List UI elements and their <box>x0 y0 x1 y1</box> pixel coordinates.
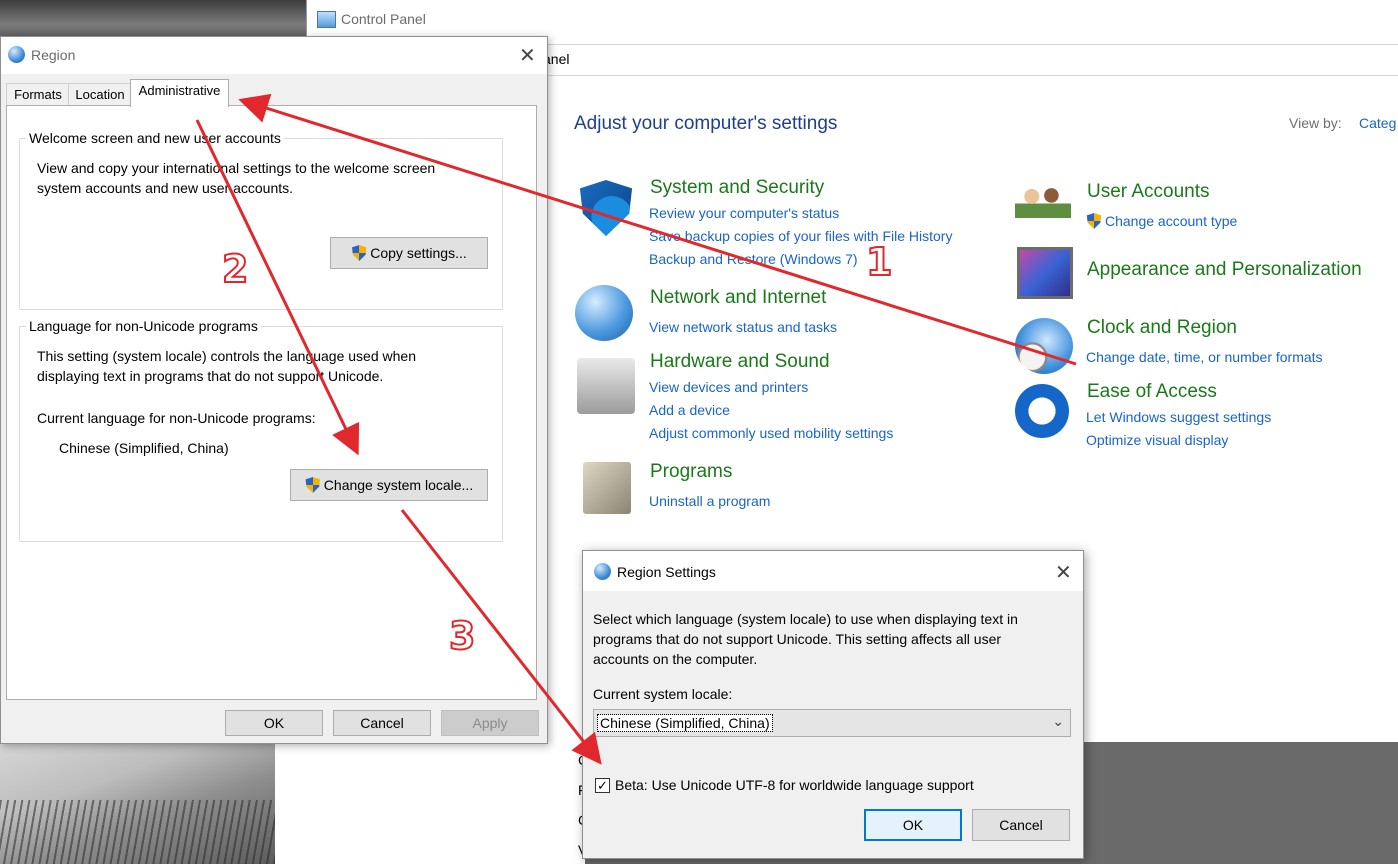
rs-description-line1: Select which language (system locale) to… <box>593 611 1018 627</box>
link-date-time-formats[interactable]: Change date, time, or number formats <box>1086 349 1323 365</box>
region-dialog-title: Region <box>31 47 76 63</box>
current-system-locale-label: Current system locale: <box>593 686 733 702</box>
link-change-account-type[interactable]: Change account type <box>1086 213 1237 229</box>
category-user-accounts[interactable]: User Accounts <box>1087 181 1210 203</box>
close-icon[interactable]: ✕ <box>1055 560 1072 585</box>
page-heading: Adjust your computer's settings <box>574 113 838 134</box>
category-hardware-sound[interactable]: Hardware and Sound <box>650 351 830 373</box>
link-file-history[interactable]: Save backup copies of your files with Fi… <box>649 228 952 244</box>
background-window-fragment: C F C V <box>275 742 588 864</box>
region-settings-title: Region Settings <box>617 564 716 580</box>
uac-shield-icon <box>1086 213 1102 229</box>
link-suggest-settings[interactable]: Let Windows suggest settings <box>1086 409 1271 425</box>
rs-cancel-button[interactable]: Cancel <box>972 809 1070 841</box>
tab-administrative[interactable]: Administrative <box>130 79 229 107</box>
chevron-down-icon: ⌄ <box>1052 713 1064 729</box>
link-review-status[interactable]: Review your computer's status <box>649 205 839 221</box>
programs-box-icon[interactable] <box>583 462 631 514</box>
annotation-number-2: 2 <box>221 246 249 292</box>
shield-icon[interactable] <box>579 180 633 236</box>
category-network-internet[interactable]: Network and Internet <box>650 287 826 309</box>
rs-description-line3: accounts on the computer. <box>593 651 758 667</box>
system-locale-select[interactable]: Chinese (Simplified, China) ⌄ <box>593 709 1071 737</box>
region-globe-icon <box>8 46 25 63</box>
users-icon[interactable] <box>1015 182 1071 230</box>
category-ease-of-access[interactable]: Ease of Access <box>1087 381 1217 403</box>
annotation-number-3: 3 <box>448 613 476 659</box>
region-settings-dialog: Region Settings ✕ Select which language … <box>582 550 1084 859</box>
uac-shield-icon <box>305 477 320 493</box>
uac-shield-icon <box>352 245 367 261</box>
welcome-group-label: Welcome screen and new user accounts <box>26 130 284 146</box>
link-add-device[interactable]: Add a device <box>649 402 730 418</box>
ease-of-access-icon[interactable] <box>1015 384 1069 438</box>
region-ok-button[interactable]: OK <box>225 710 323 736</box>
link-backup-restore[interactable]: Backup and Restore (Windows 7) <box>649 251 858 267</box>
network-globe-icon[interactable] <box>575 285 633 341</box>
beta-utf8-checkbox[interactable]: ✓ <box>595 778 610 793</box>
printer-icon[interactable] <box>577 358 635 414</box>
region-settings-titlebar: Region Settings ✕ <box>583 551 1083 591</box>
region-titlebar: Region ✕ <box>1 37 547 74</box>
control-panel-icon <box>317 11 336 28</box>
rs-ok-button[interactable]: OK <box>864 809 962 841</box>
tab-formats[interactable]: Formats <box>6 83 70 106</box>
close-icon[interactable]: ✕ <box>519 43 536 68</box>
beta-utf8-label[interactable]: Beta: Use Unicode UTF-8 for worldwide la… <box>615 775 974 795</box>
link-mobility-settings[interactable]: Adjust commonly used mobility settings <box>649 425 893 441</box>
change-system-locale-label: Change system locale... <box>323 477 474 493</box>
current-language-label: Current language for non-Unicode program… <box>37 410 316 426</box>
welcome-text-line2: system accounts and new user accounts. <box>37 180 294 196</box>
region-cancel-button[interactable]: Cancel <box>333 710 431 736</box>
link-optimize-display[interactable]: Optimize visual display <box>1086 432 1228 448</box>
category-appearance[interactable]: Appearance and Personalization <box>1087 259 1362 281</box>
rs-description-line2: programs that do not support Unicode. Th… <box>593 631 1002 647</box>
desktop-background-texture <box>0 800 275 864</box>
link-network-status[interactable]: View network status and tasks <box>649 319 837 335</box>
category-clock-region[interactable]: Clock and Region <box>1087 317 1237 339</box>
link-uninstall-program[interactable]: Uninstall a program <box>649 493 770 509</box>
copy-settings-label: Copy settings... <box>370 245 467 261</box>
tab-location[interactable]: Location <box>68 83 132 106</box>
system-locale-value: Chinese (Simplified, China) <box>597 714 773 732</box>
region-globe-icon <box>594 563 611 580</box>
category-programs[interactable]: Programs <box>650 461 732 483</box>
view-by-dropdown[interactable]: Categ <box>1359 115 1396 131</box>
current-language-value: Chinese (Simplified, China) <box>59 440 229 456</box>
annotation-number-1: 1 <box>865 239 893 285</box>
change-system-locale-button[interactable]: Change system locale... <box>290 469 488 501</box>
link-devices-printers[interactable]: View devices and printers <box>649 379 808 395</box>
category-system-security[interactable]: System and Security <box>650 177 824 199</box>
control-panel-title: Control Panel <box>341 11 426 27</box>
control-panel-titlebar: Control Panel <box>307 0 1398 40</box>
monitor-icon[interactable] <box>1017 247 1073 299</box>
link-change-account-type-label: Change account type <box>1105 213 1238 229</box>
clock-globe-icon[interactable] <box>1015 318 1073 374</box>
non-unicode-text-line1: This setting (system locale) controls th… <box>37 348 416 364</box>
copy-settings-button[interactable]: Copy settings... <box>330 237 488 269</box>
welcome-text-line1: View and copy your international setting… <box>37 160 436 176</box>
view-by-label: View by: <box>1289 115 1342 131</box>
region-apply-button[interactable]: Apply <box>441 710 539 736</box>
non-unicode-text-line2: displaying text in programs that do not … <box>37 368 384 384</box>
administrative-panel: Welcome screen and new user accounts Vie… <box>6 105 537 700</box>
non-unicode-group-label: Language for non-Unicode programs <box>26 318 261 334</box>
desktop-background-top <box>0 0 310 40</box>
